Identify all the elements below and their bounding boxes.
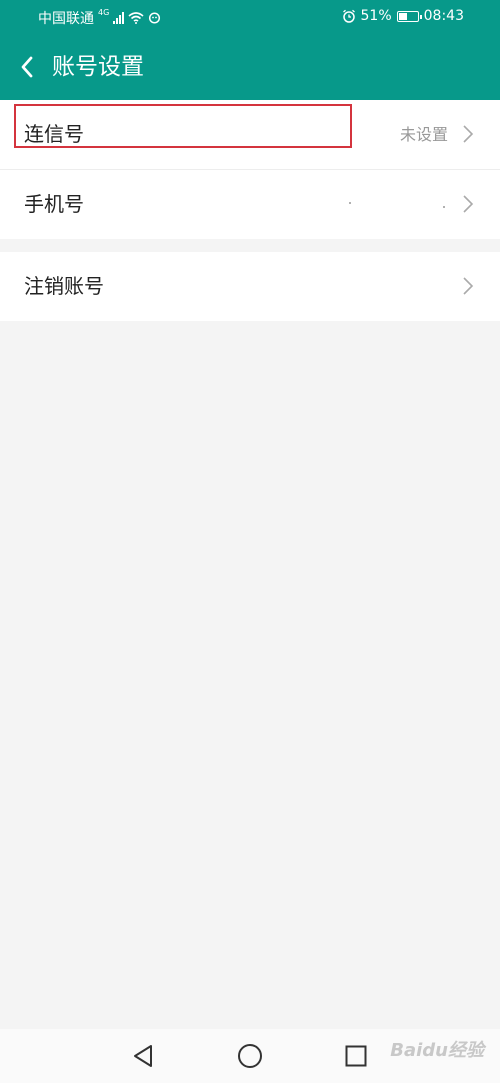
carrier-label: 中国联通 xyxy=(38,11,94,27)
nav-home-button[interactable] xyxy=(237,1043,263,1069)
settings-row-deactivate[interactable]: 注销账号 xyxy=(0,252,500,321)
wifi-icon xyxy=(128,12,144,24)
row-label: 手机号 xyxy=(24,192,84,216)
nav-back-icon xyxy=(134,1045,152,1067)
status-left: 中国联通 4G xyxy=(38,8,161,28)
network-type: 4G xyxy=(98,7,110,17)
settings-row-phone[interactable]: 手机号 xyxy=(0,170,500,239)
back-button[interactable] xyxy=(14,52,40,82)
redacted-mark xyxy=(349,202,351,204)
nav-recents-icon xyxy=(345,1045,367,1067)
highlight-box xyxy=(14,104,352,148)
battery-fill xyxy=(398,12,408,20)
redacted-mark xyxy=(443,206,445,208)
notification-bubble-icon xyxy=(149,11,161,24)
battery-icon xyxy=(396,10,422,22)
app-header: 账号设置 xyxy=(0,34,500,100)
page-title: 账号设置 xyxy=(52,54,144,80)
chevron-right-icon xyxy=(463,277,474,295)
alarm-icon xyxy=(342,9,355,23)
nav-home-icon xyxy=(238,1044,262,1068)
row-label: 注销账号 xyxy=(24,274,104,298)
danger-section: 注销账号 xyxy=(0,252,500,321)
status-bar: 中国联通 4G 51% 08:43 xyxy=(0,0,500,34)
battery-percent: 51% xyxy=(360,8,392,24)
chevron-right-icon xyxy=(463,125,474,143)
nav-back-button[interactable] xyxy=(130,1043,156,1069)
row-value: 未设置 xyxy=(399,125,448,144)
status-right: 51% 08:43 xyxy=(342,8,464,24)
signal-icon xyxy=(113,12,125,24)
clock: 08:43 xyxy=(423,8,464,24)
back-arrow-icon xyxy=(21,56,33,78)
chevron-right-icon xyxy=(463,195,474,213)
nav-recents-button[interactable] xyxy=(343,1043,369,1069)
watermark-logo: Baidu经验 xyxy=(390,1040,484,1061)
